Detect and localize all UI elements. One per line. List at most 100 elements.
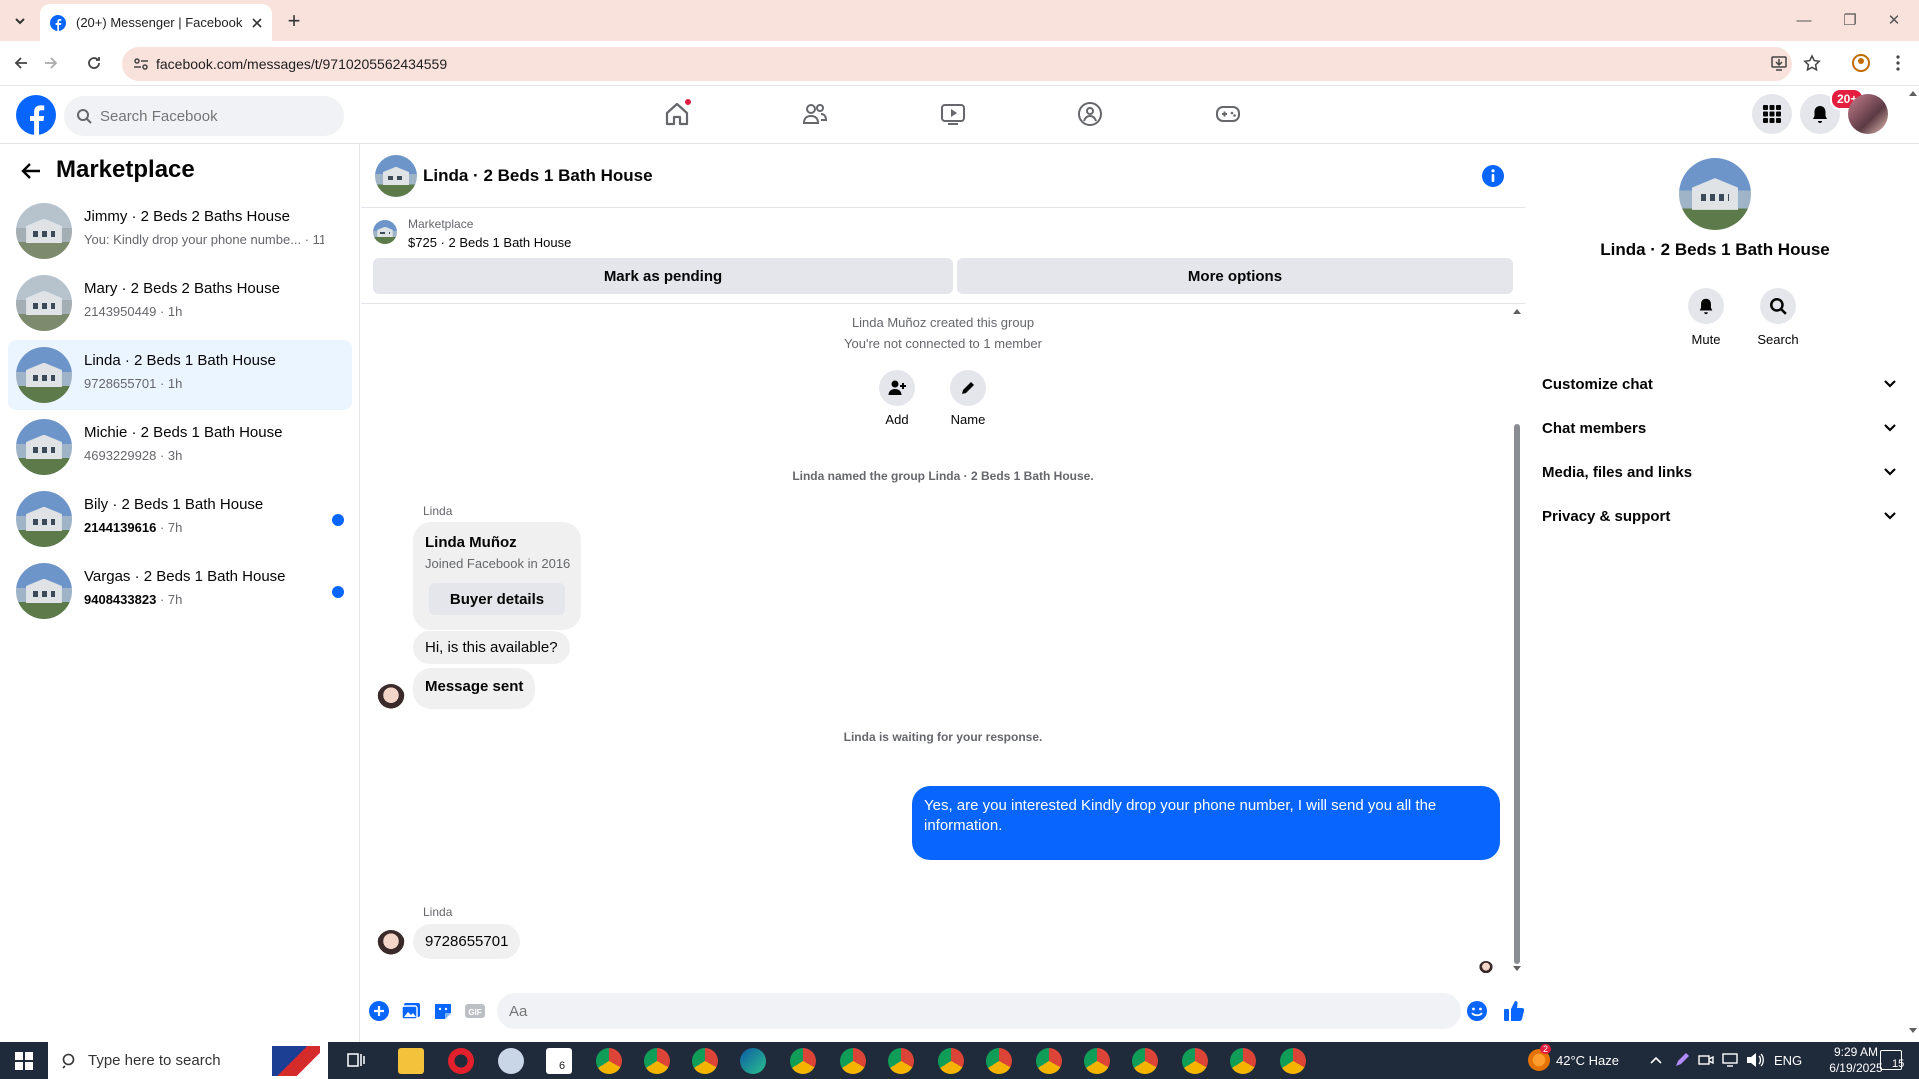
page-scrollbar[interactable] xyxy=(1907,86,1919,1042)
sticker-button[interactable] xyxy=(431,999,455,1023)
app-taskbar-icon[interactable] xyxy=(498,1048,524,1074)
nav-home[interactable] xyxy=(657,96,697,132)
chrome-taskbar-icon[interactable] xyxy=(840,1048,866,1074)
listing-price[interactable]: $725 · 2 Beds 1 Bath House xyxy=(408,235,571,250)
chrome-taskbar-icon[interactable] xyxy=(986,1048,1012,1074)
chrome-taskbar-icon[interactable] xyxy=(1182,1048,1208,1074)
nav-video[interactable] xyxy=(933,96,973,132)
conversation-item[interactable]: Mary · 2 Beds 2 Baths House 2143950449 ·… xyxy=(8,268,352,338)
facebook-search-box[interactable] xyxy=(64,96,344,136)
buyer-details-button[interactable]: Buyer details xyxy=(429,583,565,615)
chrome-taskbar-icon[interactable] xyxy=(1132,1048,1158,1074)
network-icon[interactable] xyxy=(1722,1052,1738,1068)
clock-time[interactable]: 9:29 AM xyxy=(1824,1045,1888,1059)
nav-groups[interactable] xyxy=(1070,96,1110,132)
forward-button[interactable] xyxy=(39,51,63,75)
conversation-item[interactable]: Vargas · 2 Beds 1 Bath House 9408433823 … xyxy=(8,556,352,626)
clock-date[interactable]: 6/19/2025 xyxy=(1824,1061,1888,1075)
message-input[interactable] xyxy=(497,993,1461,1029)
chrome-taskbar-icon[interactable] xyxy=(596,1048,622,1074)
account-avatar[interactable] xyxy=(1848,94,1888,134)
bookmark-button[interactable] xyxy=(1800,51,1824,75)
chrome-taskbar-icon[interactable] xyxy=(1230,1048,1256,1074)
attach-photo-button[interactable] xyxy=(399,999,423,1023)
reload-button[interactable] xyxy=(82,51,106,75)
sender-avatar[interactable] xyxy=(377,684,405,712)
install-app-button[interactable] xyxy=(1767,51,1791,75)
scroll-down-icon[interactable] xyxy=(1513,966,1521,972)
name-group-button[interactable]: Name xyxy=(950,370,986,427)
browser-tab[interactable]: (20+) Messenger | Facebook xyxy=(40,4,272,41)
volume-icon[interactable] xyxy=(1746,1052,1764,1068)
profile-button[interactable] xyxy=(1849,51,1873,75)
emoji-button[interactable] xyxy=(1465,999,1489,1023)
edge-taskbar-icon[interactable] xyxy=(740,1048,766,1074)
privacy-support-section[interactable]: Privacy & support xyxy=(1534,498,1904,534)
task-view-button[interactable] xyxy=(346,1050,366,1070)
pen-icon[interactable] xyxy=(1674,1052,1690,1068)
sender-avatar[interactable] xyxy=(377,930,405,958)
address-bar[interactable]: facebook.com/messages/t/9710205562434559 xyxy=(122,47,1792,81)
start-button[interactable] xyxy=(0,1042,48,1079)
customize-chat-section[interactable]: Customize chat xyxy=(1534,366,1904,402)
chevron-up-icon[interactable] xyxy=(1650,1056,1662,1064)
tab-search-button[interactable] xyxy=(8,9,32,33)
mute-button[interactable]: Mute xyxy=(1676,288,1736,347)
more-actions-button[interactable] xyxy=(367,999,391,1023)
conversation-item[interactable]: Michie · 2 Beds 1 Bath House 4693229928 … xyxy=(8,412,352,482)
chrome-taskbar-icon-active[interactable] xyxy=(790,1048,816,1074)
back-arrow-icon[interactable] xyxy=(20,160,42,182)
details-thumbnail[interactable] xyxy=(1679,158,1751,230)
incoming-message[interactable]: 9728655701 xyxy=(413,924,521,959)
facebook-search-input[interactable] xyxy=(100,107,330,125)
search-chat-button[interactable]: Search xyxy=(1748,288,1808,347)
more-options-button[interactable]: More options xyxy=(957,258,1513,294)
chrome-taskbar-icon[interactable] xyxy=(1280,1048,1306,1074)
chrome-taskbar-icon[interactable] xyxy=(1084,1048,1110,1074)
taskbar-search[interactable]: Type here to search xyxy=(48,1042,328,1079)
incoming-message[interactable]: Hi, is this available? xyxy=(413,631,570,664)
incoming-message[interactable]: Message sent xyxy=(413,668,536,709)
nav-friends[interactable] xyxy=(795,96,835,132)
meet-icon[interactable] xyxy=(1698,1052,1714,1068)
weather-text[interactable]: 42°C Haze xyxy=(1556,1053,1619,1068)
maximize-button[interactable]: ❐ xyxy=(1832,8,1868,32)
site-info-icon[interactable] xyxy=(132,55,150,73)
chat-thumbnail[interactable] xyxy=(375,155,417,197)
outgoing-message[interactable]: Yes, are you interested Kindly drop your… xyxy=(912,786,1500,860)
chat-title[interactable]: Linda · 2 Beds 1 Bath House xyxy=(423,166,653,186)
media-files-links-section[interactable]: Media, files and links xyxy=(1534,454,1904,490)
facebook-logo-icon[interactable] xyxy=(16,95,56,135)
chrome-taskbar-icon[interactable] xyxy=(888,1048,914,1074)
chrome-taskbar-icon[interactable] xyxy=(1036,1048,1062,1074)
file-explorer-taskbar-icon[interactable] xyxy=(398,1048,424,1074)
conversation-item[interactable]: Bily · 2 Beds 1 Bath House 2144139616 · … xyxy=(8,484,352,554)
like-button[interactable] xyxy=(1502,999,1526,1023)
scroll-thumb[interactable] xyxy=(1514,424,1520,964)
close-window-button[interactable]: ✕ xyxy=(1876,8,1912,32)
chrome-taskbar-icon[interactable] xyxy=(692,1048,718,1074)
gif-button[interactable]: GIF xyxy=(463,999,487,1023)
back-button[interactable] xyxy=(9,51,33,75)
nav-gaming[interactable] xyxy=(1208,96,1248,132)
language-indicator[interactable]: ENG xyxy=(1774,1053,1802,1068)
thread-scrollbar[interactable] xyxy=(1512,308,1522,972)
browser-menu-button[interactable] xyxy=(1886,51,1910,75)
info-icon[interactable] xyxy=(1481,164,1505,188)
opera-taskbar-icon[interactable] xyxy=(448,1048,474,1074)
menu-button[interactable] xyxy=(1752,94,1792,134)
scroll-up-icon[interactable] xyxy=(1513,308,1521,314)
close-tab-icon[interactable] xyxy=(252,17,262,28)
chrome-taskbar-icon[interactable] xyxy=(644,1048,670,1074)
chat-members-section[interactable]: Chat members xyxy=(1534,410,1904,446)
minimize-button[interactable]: — xyxy=(1786,8,1822,32)
scroll-down-icon[interactable] xyxy=(1909,1028,1917,1034)
conversation-item[interactable]: Jimmy · 2 Beds 2 Baths House You: Kindly… xyxy=(8,196,352,266)
add-member-button[interactable]: Add xyxy=(879,370,915,427)
chrome-taskbar-icon[interactable] xyxy=(938,1048,964,1074)
conversation-item-selected[interactable]: Linda · 2 Beds 1 Bath House 9728655701 ·… xyxy=(8,340,352,410)
windows-taskbar: Type here to search 6 2 42°C Haze ENG 9:… xyxy=(0,1042,1919,1079)
scroll-up-icon[interactable] xyxy=(1909,90,1917,96)
new-tab-button[interactable]: + xyxy=(282,8,306,33)
mark-pending-button[interactable]: Mark as pending xyxy=(373,258,953,294)
